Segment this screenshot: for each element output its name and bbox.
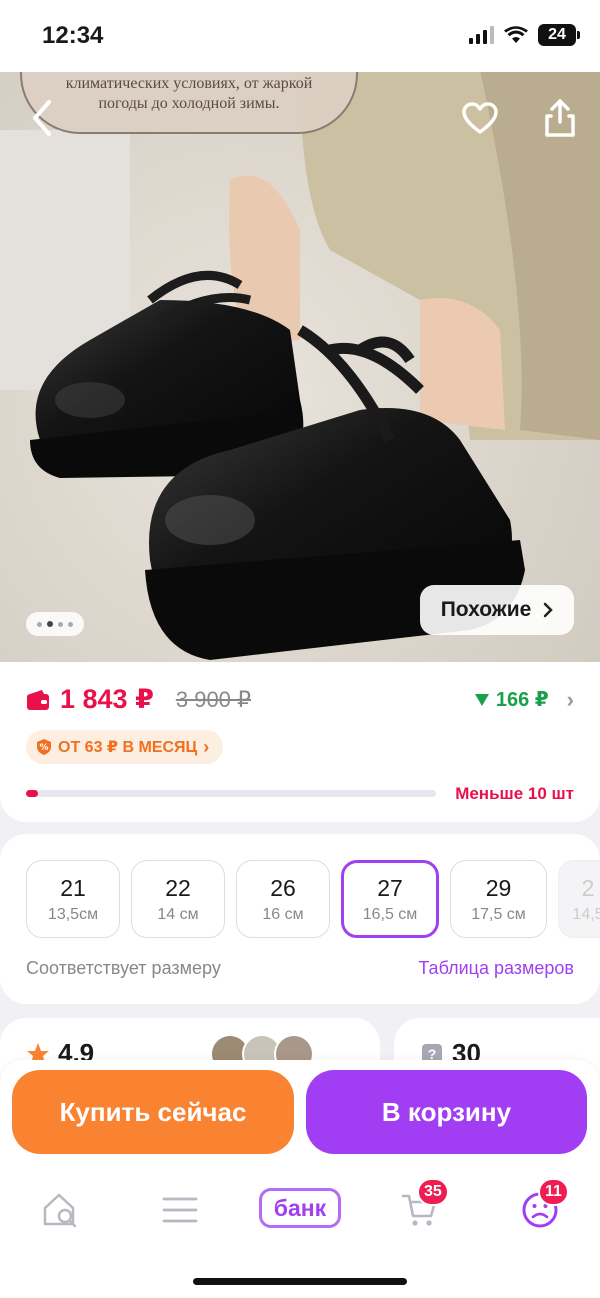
size-cm: 17,5 см [471,905,526,923]
image-banner: климатических условиях, от жаркой погоды… [20,72,358,134]
size-number: 22 [165,874,191,901]
size-number: 2 [581,874,595,901]
product-photo[interactable]: климатических условиях, от жаркой погоды… [0,0,600,662]
page-dot-active [47,621,53,627]
chevron-right-icon [544,602,554,618]
size-option[interactable]: 29 17,5 см [450,860,547,938]
signal-icon [469,26,494,44]
installment-text: ОТ 63 ₽ В МЕСЯЦ [58,739,198,756]
wifi-icon [504,26,528,43]
status-bar: 12:34 24 [0,0,600,72]
size-number: 26 [270,874,296,901]
size-fit-text: Соответствует размеру [26,958,221,978]
tab-catalog[interactable] [150,1184,210,1236]
status-time: 12:34 [42,22,104,49]
chevron-right-icon: › [566,686,574,712]
installment-badge[interactable]: % ОТ 63 ₽ В МЕСЯЦ › [26,730,224,764]
size-cm: 14,5 [572,905,600,923]
size-chart-link[interactable]: Таблица размеров [418,958,574,979]
page-dot [68,621,73,627]
banner-line-1: климатических условиях, от жаркой [65,75,313,92]
old-price: 3 900 ₽ [175,686,252,712]
current-price: 1 843 ₽ [60,684,154,714]
size-selector: 21 13,5см 22 14 см 26 16 см 27 16,5 см 2… [26,860,600,938]
tab-bank[interactable]: банк [259,1188,341,1228]
add-to-cart-button[interactable]: В корзину [306,1070,587,1154]
cashback-amount: 166 ₽ [495,689,549,711]
home-indicator [193,1278,407,1285]
size-card: 21 13,5см 22 14 см 26 16 см 27 16,5 см 2… [0,834,600,1004]
size-cm: 16,5 см [362,905,418,923]
wallet-icon [27,689,49,710]
size-number: 27 [377,874,403,901]
size-option-unavailable[interactable]: 2 14,5 [558,860,600,938]
stock-progress-fill [26,790,39,797]
chevron-left-icon [33,100,51,136]
size-option[interactable]: 26 16 см [236,860,330,938]
banner-line-2: погоды до холодной зимы. [98,95,280,112]
heart-icon [462,102,498,134]
back-button[interactable] [22,98,62,138]
size-cm: 14 см [157,905,199,923]
page-dot [58,621,63,627]
battery-icon: 24 [538,24,580,46]
stock-progress [26,790,436,797]
cart-badge: 35 [417,1178,449,1206]
home-search-icon [43,1193,77,1228]
price-row: 1 843 ₽ 3 900 ₽ 166 ₽ › [26,684,574,715]
size-option-selected[interactable]: 27 16,5 см [341,860,439,938]
installment-icon: % [37,739,51,755]
similar-label: Похожие [440,598,532,621]
stock-text: Меньше 10 шт [455,784,574,803]
size-option[interactable]: 21 13,5см [26,860,120,938]
buy-now-button[interactable]: Купить сейчас [12,1070,294,1154]
chevron-right-icon: › [203,736,210,757]
tab-home[interactable] [30,1184,90,1236]
page-dot [37,621,42,627]
menu-icon [162,1197,198,1223]
share-button[interactable] [538,96,582,140]
bottom-panel: Купить сейчас В корзину банк 35 11 [0,1060,600,1298]
profile-badge: 11 [538,1178,569,1206]
arrow-down-icon [474,693,489,706]
size-option[interactable]: 22 14 см [131,860,225,938]
favorite-button[interactable] [458,96,502,140]
tab-bar: банк 35 11 [0,1178,600,1240]
size-number: 21 [60,874,86,901]
svg-text:%: % [39,743,48,753]
size-cm: 16 см [262,905,304,923]
size-number: 29 [485,874,512,901]
size-cm: 13,5см [47,905,99,923]
cashback-link[interactable]: 166 ₽ › [474,687,574,713]
share-icon [545,99,575,137]
similar-button[interactable]: Похожие [420,585,574,635]
status-icons: 24 [469,24,580,46]
image-pagination [26,612,84,636]
